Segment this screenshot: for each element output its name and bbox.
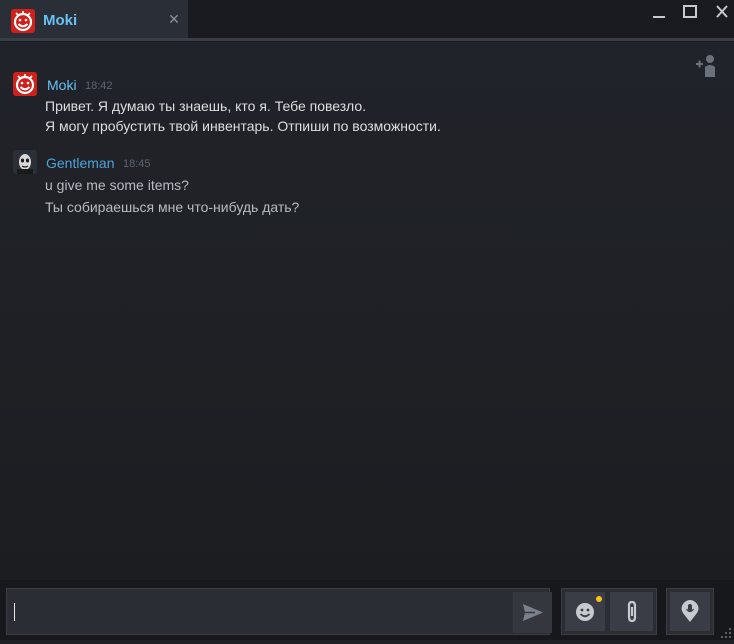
tab-title: Moki bbox=[43, 12, 78, 29]
maximize-icon[interactable] bbox=[681, 4, 699, 20]
sender-name[interactable]: Gentleman bbox=[46, 155, 114, 171]
emoticon-attach-group bbox=[561, 588, 657, 635]
tab-bar-divider bbox=[0, 38, 734, 41]
microphone-pin-icon bbox=[681, 600, 699, 622]
text-caret bbox=[14, 603, 15, 621]
timestamp: 18:45 bbox=[123, 158, 151, 170]
attach-button[interactable] bbox=[610, 592, 653, 631]
timestamp: 18:42 bbox=[85, 80, 113, 92]
message-text: Я могу пробустить твой инвентарь. Отпиши… bbox=[45, 118, 441, 134]
message-text: Ты собираешься мне что-нибудь дать? bbox=[45, 199, 300, 215]
composer-bar bbox=[0, 580, 734, 640]
voice-chat-button[interactable] bbox=[670, 592, 710, 631]
emoticon-button[interactable] bbox=[565, 592, 605, 631]
chat-log: Moki 18:42 Привет. Я думаю ты знаешь, кт… bbox=[0, 42, 734, 580]
message-input[interactable] bbox=[6, 588, 552, 635]
chat-tab-moki[interactable]: Moki ✕ bbox=[0, 0, 188, 40]
message-text: u give me some items? bbox=[45, 177, 189, 193]
smiley-icon bbox=[576, 596, 602, 621]
add-friend-icon[interactable] bbox=[694, 53, 718, 79]
send-button[interactable] bbox=[513, 592, 552, 633]
paperclip-icon bbox=[627, 600, 637, 623]
send-arrow-icon bbox=[523, 604, 543, 621]
close-icon[interactable] bbox=[713, 4, 731, 20]
minimize-icon[interactable] bbox=[650, 4, 668, 20]
skull-face-avatar-icon[interactable] bbox=[13, 150, 37, 174]
tab-close-icon[interactable]: ✕ bbox=[167, 12, 181, 26]
message-text: Привет. Я думаю ты знаешь, кто я. Тебе п… bbox=[45, 98, 367, 114]
sender-name[interactable]: Moki bbox=[47, 77, 77, 93]
title-bar: Moki ✕ bbox=[0, 0, 734, 42]
red-smiley-avatar-icon[interactable] bbox=[13, 72, 37, 96]
red-smiley-avatar-icon bbox=[11, 9, 35, 33]
voice-group bbox=[666, 588, 714, 635]
resize-grip-icon[interactable] bbox=[720, 626, 732, 638]
